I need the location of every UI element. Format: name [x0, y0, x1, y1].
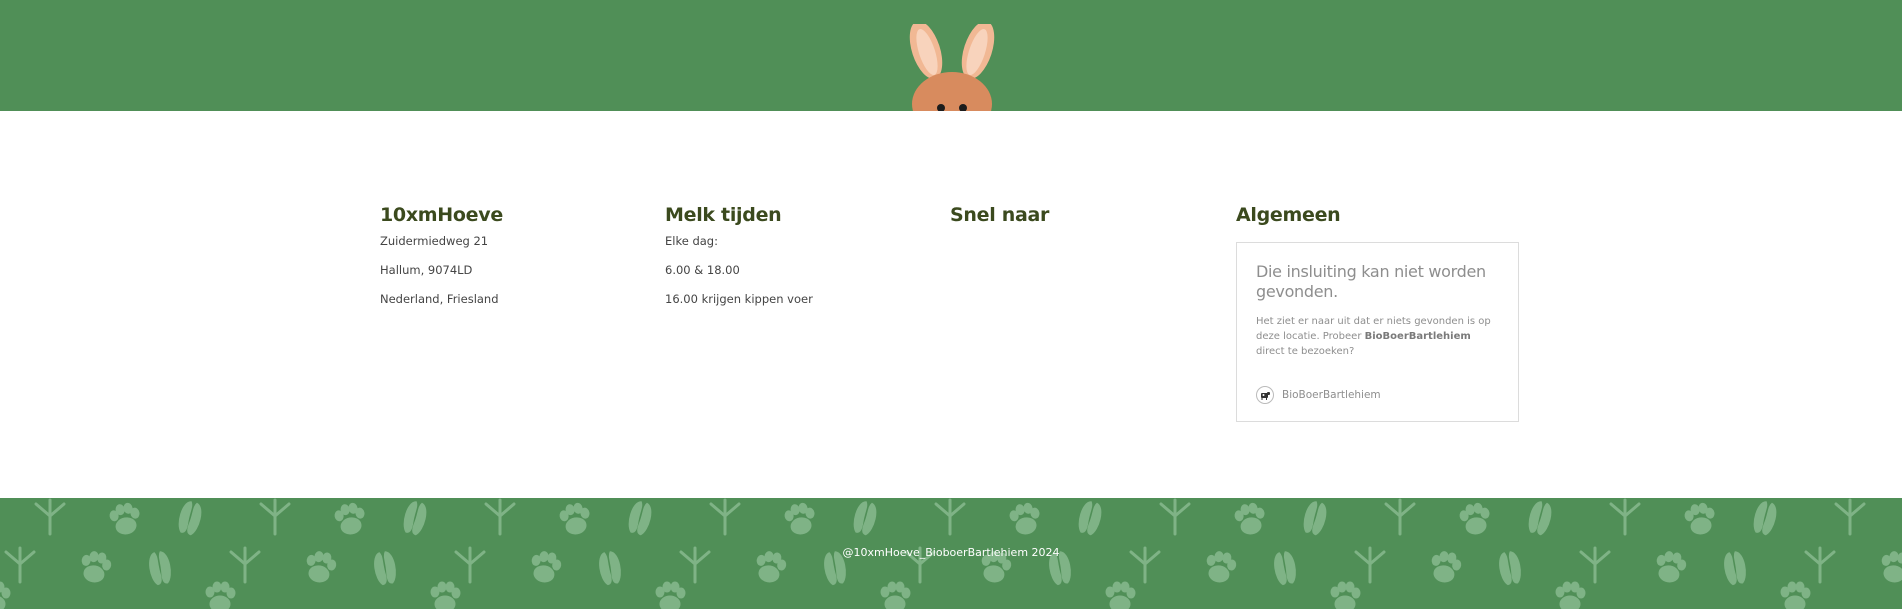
embed-error-title: Die insluiting kan niet worden gevonden.: [1256, 262, 1486, 301]
column-milk-times: Melk tijden Elke dag: 6.00 & 18.00 16.00…: [665, 204, 945, 306]
embed-account-link[interactable]: BioBoerBartlehiem: [1365, 331, 1471, 342]
address-country: Nederland, Friesland: [380, 292, 499, 306]
hoof-print-icon: [1525, 499, 1555, 537]
bird-track-icon: [484, 498, 516, 536]
hoof-print-icon: [400, 499, 430, 537]
embed-account-name: BioBoerBartlehiem: [1282, 389, 1381, 401]
hoof-print-icon: [850, 499, 880, 537]
embed-account[interactable]: BioBoerBartlehiem: [1256, 386, 1381, 404]
hoof-print-icon: [625, 499, 655, 537]
paw-print-icon: [1007, 501, 1043, 537]
address-city: Hallum, 9074LD: [380, 263, 473, 277]
column-heading: Melk tijden: [665, 204, 782, 226]
bird-track-icon: [1159, 498, 1191, 536]
column-heading: 10xmHoeve: [380, 204, 503, 226]
paw-print-icon: [1780, 581, 1811, 609]
paw-print-icon: [1105, 581, 1136, 609]
embed-error-message: Het ziet er naar uit dat er niets gevond…: [1256, 314, 1499, 359]
paw-print-icon: [0, 581, 11, 609]
bird-track-icon: [1834, 498, 1866, 536]
paw-print-icon: [430, 581, 461, 609]
paw-print-icon: [1330, 581, 1361, 609]
instagram-embed-error: Die insluiting kan niet worden gevonden.…: [1236, 242, 1519, 422]
footer-info-section: 10xmHoeve Zuidermiedweg 21 Hallum, 9074L…: [0, 111, 1902, 498]
bird-track-icon: [934, 498, 966, 536]
paw-print-icon: [782, 501, 818, 537]
embed-message-text: direct te bezoeken?: [1256, 346, 1355, 357]
paw-print-icon: [880, 581, 911, 609]
bird-track-icon: [1384, 498, 1416, 536]
column-quick-links: Snel naar: [950, 204, 1230, 226]
column-heading: Algemeen: [1236, 204, 1341, 226]
bird-track-icon: [709, 498, 741, 536]
bird-track-icon: [259, 498, 291, 536]
footer-bar: @10xmHoeve_BioboerBartlehiem 2024: [0, 498, 1902, 609]
paw-print-icon: [557, 501, 593, 537]
hoof-print-icon: [1300, 499, 1330, 537]
copyright-text: @10xmHoeve_BioboerBartlehiem 2024: [842, 546, 1060, 559]
bird-track-icon: [1609, 498, 1641, 536]
paw-print-icon: [205, 581, 236, 609]
paw-print-icon: [107, 501, 143, 537]
bird-track-icon: [34, 498, 66, 536]
milk-times-label: Elke dag:: [665, 234, 718, 248]
address-street: Zuidermiedweg 21: [380, 234, 489, 248]
paw-print-icon: [1682, 501, 1718, 537]
hoof-print-icon: [175, 499, 205, 537]
hoof-print-icon: [1750, 499, 1780, 537]
hoof-print-icon: [1075, 499, 1105, 537]
milk-times-value: 6.00 & 18.00: [665, 263, 740, 277]
column-general: Algemeen Die insluiting kan niet worden …: [1236, 204, 1519, 422]
bunny-icon: [909, 24, 995, 112]
paw-print-icon: [332, 501, 368, 537]
paw-print-icon: [1457, 501, 1493, 537]
chicken-feed-time: 16.00 krijgen kippen voer: [665, 292, 813, 306]
paw-print-icon: [1232, 501, 1268, 537]
cow-avatar-icon: [1256, 386, 1274, 404]
column-farm-address: 10xmHoeve Zuidermiedweg 21 Hallum, 9074L…: [380, 204, 660, 306]
paw-print-icon: [1555, 581, 1586, 609]
top-banner: [0, 0, 1902, 112]
column-heading: Snel naar: [950, 204, 1050, 226]
paw-print-icon: [655, 581, 686, 609]
